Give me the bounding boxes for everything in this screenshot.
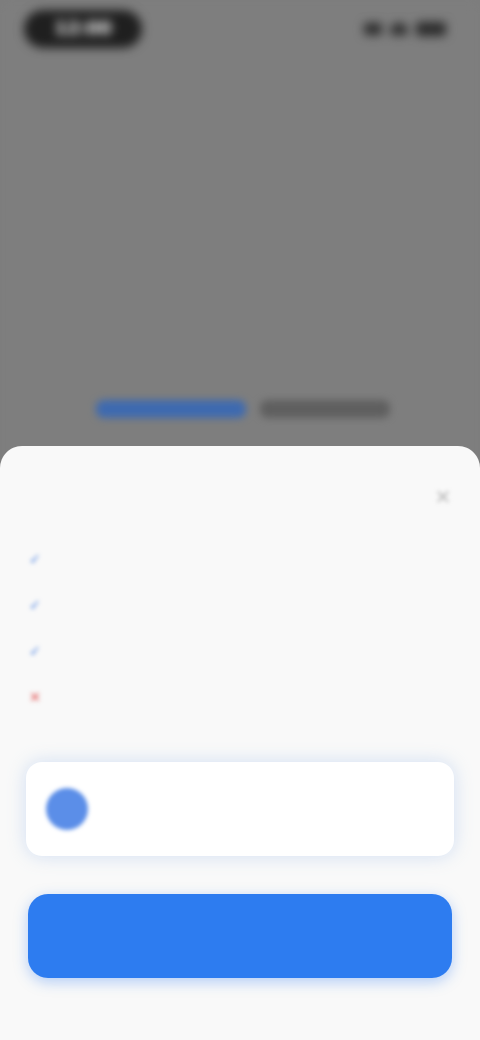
background-link-secondary <box>260 400 390 418</box>
status-time: 12:00 <box>24 10 142 48</box>
status-icons <box>364 22 446 36</box>
check-icon: ✓ <box>29 644 41 660</box>
status-bar: 12:00 <box>0 0 480 64</box>
permission-list: ✓ ✓ ✓ ✕ <box>24 538 456 722</box>
signal-icon <box>364 23 382 35</box>
close-icon: ✕ <box>434 485 452 509</box>
background-link-primary <box>96 400 246 418</box>
sheet-header: ✕ <box>24 482 456 512</box>
permission-item: ✓ <box>24 630 456 674</box>
permission-item: ✓ <box>24 538 456 582</box>
background-links <box>96 400 390 418</box>
avatar <box>46 788 88 830</box>
wifi-icon <box>390 23 408 35</box>
cross-icon: ✕ <box>29 690 41 706</box>
permission-item: ✓ <box>24 584 456 628</box>
check-icon: ✓ <box>29 598 41 614</box>
permission-sheet: ✕ ✓ ✓ ✓ ✕ <box>0 446 480 1040</box>
check-icon: ✓ <box>29 552 41 568</box>
close-button[interactable]: ✕ <box>430 484 456 510</box>
battery-icon <box>416 22 446 36</box>
primary-action-button[interactable] <box>28 894 452 978</box>
account-card[interactable] <box>26 762 454 856</box>
permission-item: ✕ <box>24 676 456 720</box>
